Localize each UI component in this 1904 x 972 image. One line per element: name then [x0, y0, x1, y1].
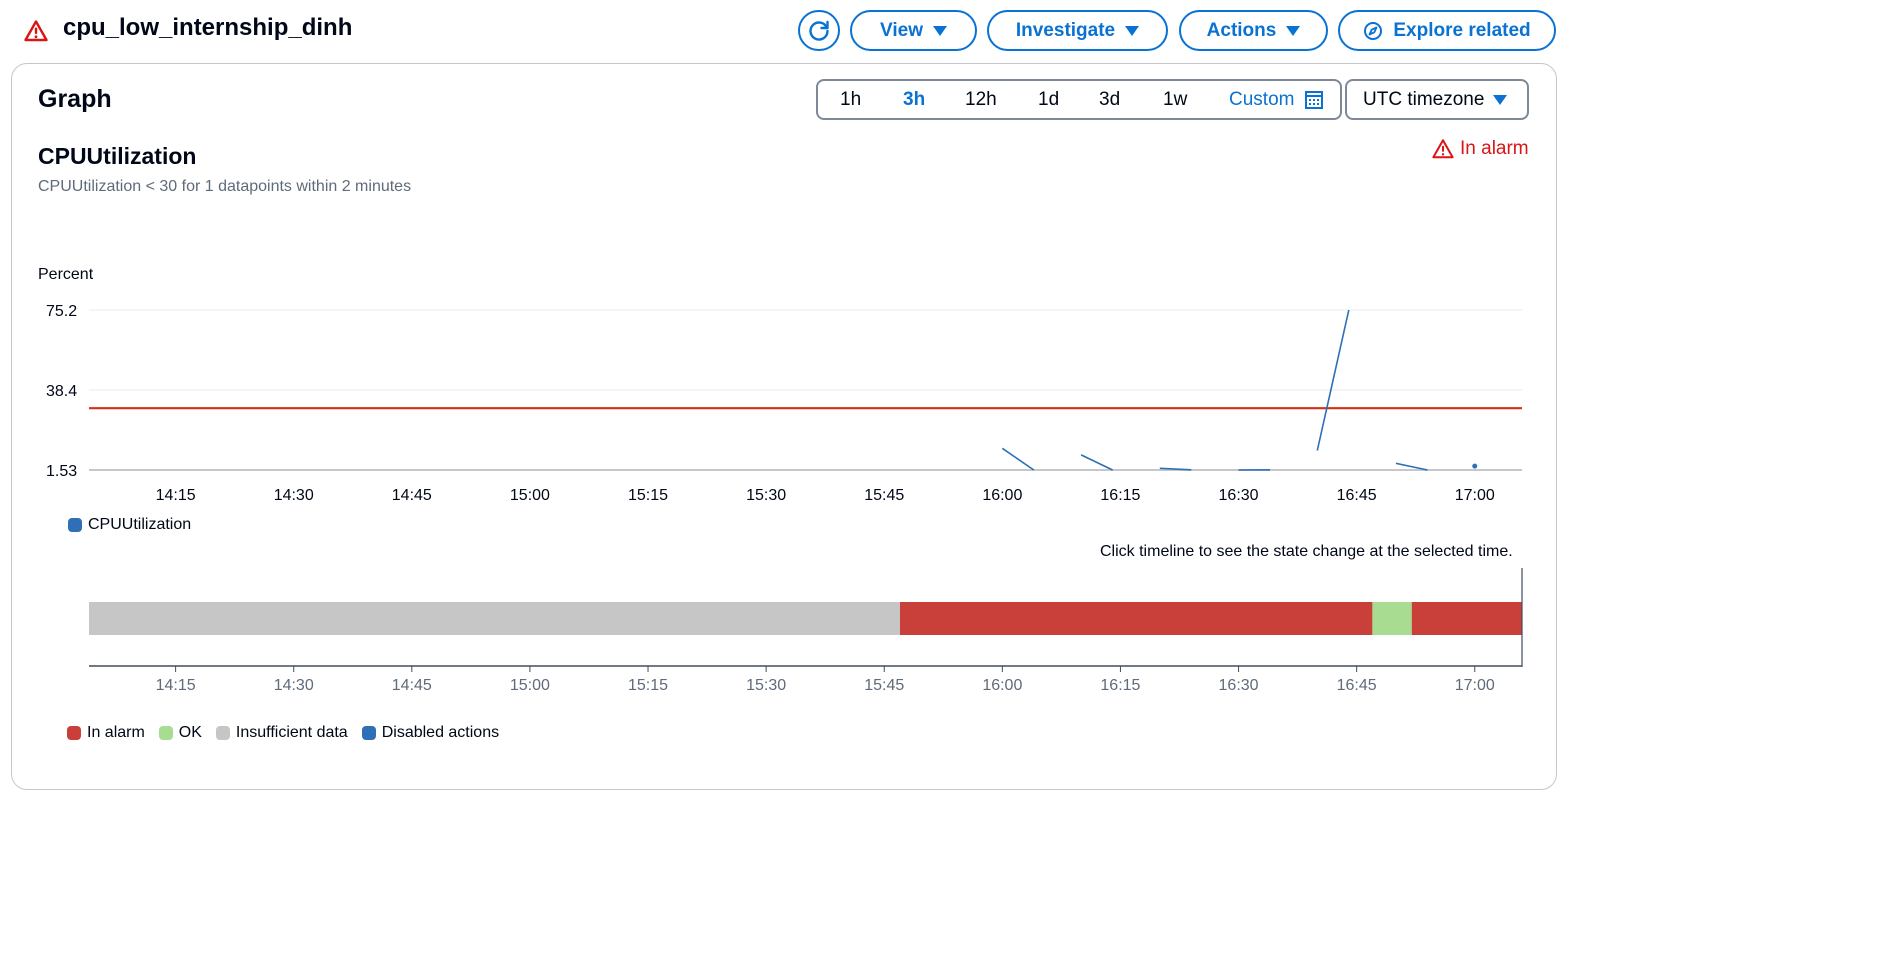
- timeline-segment: [1411, 602, 1522, 635]
- x-tick-label: 14:30: [274, 487, 314, 504]
- x-tick-label: 14:45: [392, 487, 432, 504]
- x-tick-label: 16:00: [982, 487, 1022, 504]
- series-line-segment: [1001, 447, 1035, 471]
- timeline-segment: [1372, 602, 1412, 635]
- x-tick-label: 14:15: [156, 487, 196, 504]
- timeline-segment: [89, 602, 900, 635]
- series-point: [1472, 463, 1478, 469]
- series-line-segment: [1395, 462, 1428, 471]
- cpu-utilization-chart[interactable]: 75.2 38.4 1.53 14:15 14:30 14:45 15:00 15:15 15:…: [0, 0, 1568, 800]
- x-tick-label: 16:45: [1337, 487, 1377, 504]
- insufficient-data-swatch: [215, 726, 230, 740]
- timeline-tick-label: 15:45: [864, 677, 904, 694]
- series-legend: CPUUtilization: [68, 516, 191, 534]
- state-legend-in-alarm: In alarm: [87, 724, 145, 741]
- x-tick-label: 16:15: [1100, 487, 1140, 504]
- y-tick-label: 38.4: [46, 383, 77, 400]
- series-line-segment: [1316, 309, 1350, 451]
- state-legend: In alarm OK Insufficient data Disabled a…: [67, 724, 499, 742]
- state-legend-ok: OK: [178, 724, 202, 741]
- timeline-tick-label: 14:30: [274, 677, 314, 694]
- x-tick-label: 15:15: [628, 487, 668, 504]
- x-tick-label: 15:45: [864, 487, 904, 504]
- x-tick-label: 16:30: [1219, 487, 1259, 504]
- x-tick-label: 15:30: [746, 487, 786, 504]
- x-tick-label: 17:00: [1455, 487, 1495, 504]
- in-alarm-swatch: [67, 726, 81, 740]
- state-legend-insufficient: Insufficient data: [235, 724, 348, 741]
- disabled-actions-swatch: [361, 726, 376, 740]
- timeline-tick-label: 17:00: [1455, 677, 1495, 694]
- x-tick-label: 15:00: [510, 487, 550, 504]
- timeline-segment: [899, 602, 1373, 635]
- ok-swatch: [158, 726, 173, 740]
- timeline-tick-label: 14:15: [156, 677, 196, 694]
- timeline-tick-label: 15:15: [628, 677, 668, 694]
- state-legend-disabled: Disabled actions: [381, 724, 500, 741]
- y-tick-label: 1.53: [46, 463, 77, 480]
- timeline-hint: Click timeline to see the state change a…: [1100, 543, 1513, 560]
- y-tick-label: 75.2: [46, 303, 77, 320]
- series-legend-label: CPUUtilization: [88, 516, 192, 533]
- timeline-tick-label: 16:45: [1337, 677, 1377, 694]
- timeline-tick-label: 16:30: [1219, 677, 1259, 694]
- timeline-tick-label: 16:15: [1100, 677, 1140, 694]
- timeline-tick-label: 15:00: [510, 677, 550, 694]
- timeline-tick-label: 14:45: [392, 677, 432, 694]
- series-swatch: [68, 518, 82, 532]
- series-line-segment: [1080, 454, 1113, 471]
- timeline-tick-label: 16:00: [982, 677, 1022, 694]
- timeline-tick-label: 15:30: [746, 677, 786, 694]
